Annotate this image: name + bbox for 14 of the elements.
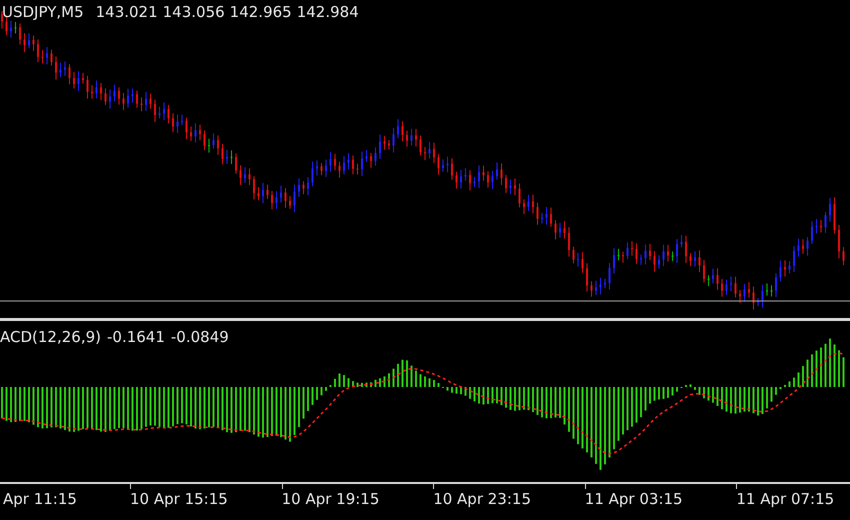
time-label: 11 Apr 03:15: [584, 490, 683, 508]
price-value: 142.984: [296, 3, 359, 21]
time-label: 11 Apr 07:15: [736, 490, 834, 508]
symbol-label: USDJPY,M5: [2, 3, 84, 21]
indicator-label: ACD(12,26,9): [0, 328, 101, 346]
indicator-value: -0.1641: [106, 328, 165, 346]
time-label: Apr 11:15: [3, 490, 77, 508]
price-value: 142.965: [230, 3, 292, 21]
price-value: 143.056: [162, 3, 225, 21]
time-label: 10 Apr 23:15: [433, 490, 531, 508]
time-label: 10 Apr 15:15: [130, 490, 228, 508]
time-label: 10 Apr 19:15: [282, 490, 380, 508]
price-value: 143.021: [96, 3, 158, 21]
indicator-value: -0.0849: [170, 328, 229, 346]
